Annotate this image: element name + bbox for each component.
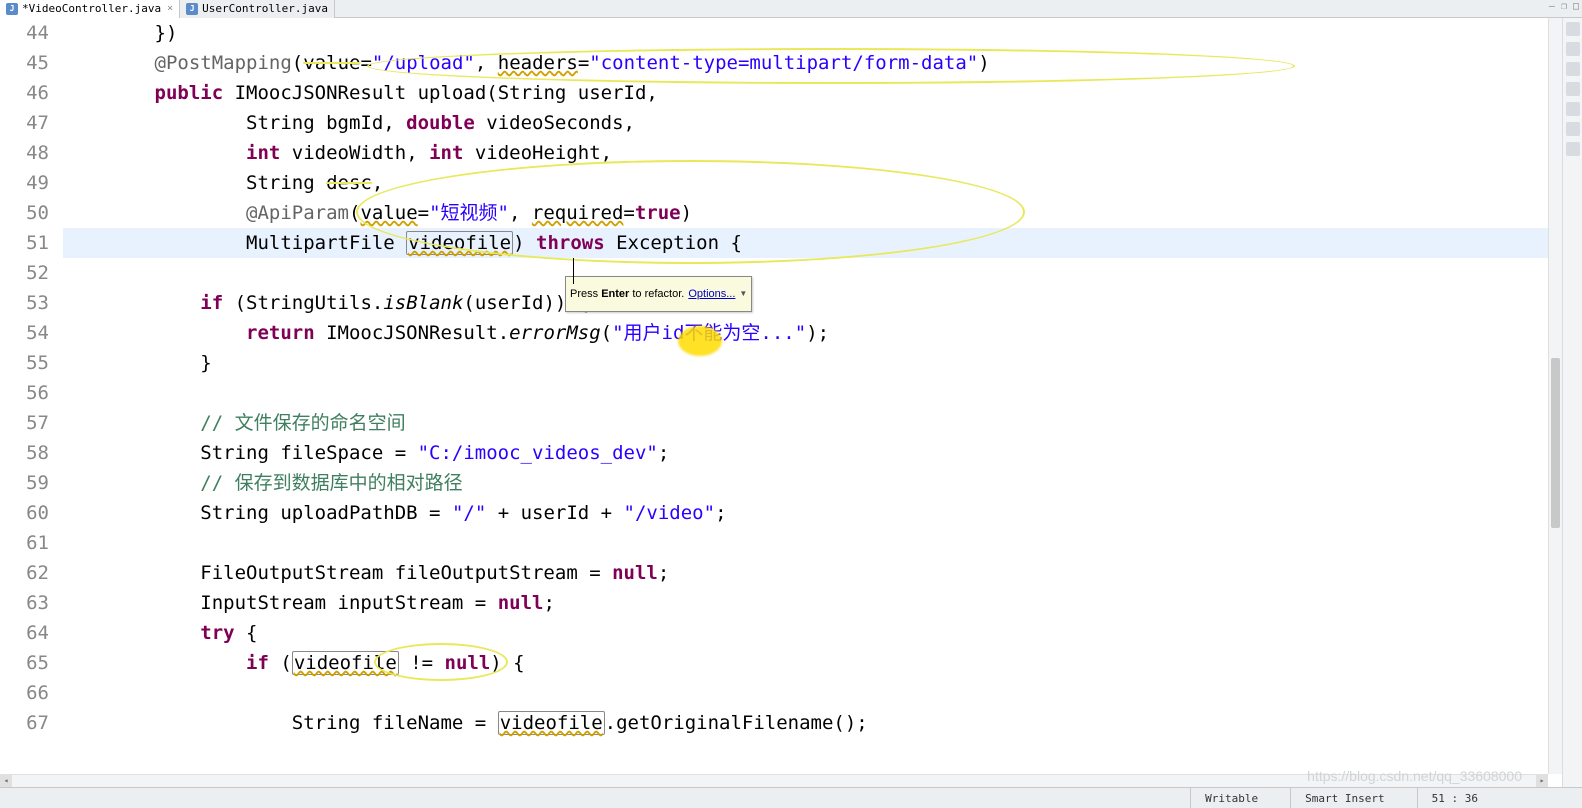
code-line[interactable] — [63, 678, 1562, 708]
scrollbar-thumb[interactable] — [1551, 358, 1560, 528]
code-line[interactable]: if (videofile != null) { — [63, 648, 1562, 678]
window-controls: — ❐ □ — [1549, 1, 1579, 12]
code-line[interactable]: // 保存到数据库中的相对路径 — [63, 468, 1562, 498]
code-line[interactable]: } — [63, 348, 1562, 378]
code-line[interactable]: MultipartFile videofile) throws Exceptio… — [63, 228, 1562, 258]
code-line[interactable]: String fileName = videofile.getOriginalF… — [63, 708, 1562, 738]
code-line[interactable]: @PostMapping(value="/upload", headers="c… — [63, 48, 1562, 78]
text-caret — [573, 258, 574, 284]
outline-icon[interactable] — [1566, 22, 1580, 36]
code-line[interactable]: @ApiParam(value="短视频", required=true) — [63, 198, 1562, 228]
tooltip-text: Press Enter to refactor. — [570, 279, 684, 309]
problems-icon[interactable] — [1566, 102, 1580, 116]
code-line[interactable]: String fileSpace = "C:/imooc_videos_dev"… — [63, 438, 1562, 468]
code-editor[interactable]: }) @PostMapping(value="/upload", headers… — [63, 18, 1562, 787]
status-writable[interactable]: Writable — [1190, 788, 1272, 808]
code-line[interactable]: String bgmId, double videoSeconds, — [63, 108, 1562, 138]
line-number-gutter[interactable]: 4445464748495051525354555657585960616263… — [0, 18, 63, 787]
tasks-icon[interactable] — [1566, 82, 1580, 96]
java-file-icon: J — [6, 3, 18, 15]
tab-videocontroller[interactable]: J *VideoController.java × — [0, 0, 180, 18]
code-line[interactable]: return IMoocJSONResult.errorMsg("用户id不能为… — [63, 318, 1562, 348]
watermark-text: https://blog.csdn.net/qq_33608000 — [1307, 768, 1522, 784]
code-line[interactable]: if (StringUtils.isBlank(userId)) { — [63, 288, 1562, 318]
code-line[interactable]: FileOutputStream fileOutputStream = null… — [63, 558, 1562, 588]
status-bar: Writable Smart Insert 51 : 36 — [0, 787, 1582, 808]
scroll-left-button[interactable]: ◂ — [0, 775, 12, 787]
tab-label: *VideoController.java — [22, 2, 161, 15]
tab-usercontroller[interactable]: J UserController.java — [180, 0, 335, 18]
code-line[interactable]: int videoWidth, int videoHeight, — [63, 138, 1562, 168]
coverage-icon[interactable] — [1566, 62, 1580, 76]
editor-tabbar: J *VideoController.java × J UserControll… — [0, 0, 1582, 18]
chevron-down-icon[interactable]: ▼ — [739, 279, 747, 309]
code-line[interactable]: InputStream inputStream = null; — [63, 588, 1562, 618]
restore-icon[interactable]: ❐ — [1561, 1, 1567, 12]
tab-label: UserController.java — [202, 2, 328, 15]
code-line[interactable]: String desc, — [63, 168, 1562, 198]
java-file-icon: J — [186, 3, 198, 15]
vertical-scrollbar[interactable] — [1548, 18, 1562, 774]
tooltip-options-link[interactable]: Options... — [688, 279, 735, 309]
code-line[interactable]: public IMoocJSONResult upload(String use… — [63, 78, 1562, 108]
code-line[interactable] — [63, 378, 1562, 408]
minimize-icon[interactable]: — — [1549, 1, 1555, 12]
code-line[interactable] — [63, 528, 1562, 558]
maximize-icon[interactable]: □ — [1573, 1, 1579, 12]
status-insert-mode[interactable]: Smart Insert — [1290, 788, 1398, 808]
code-line[interactable]: try { — [63, 618, 1562, 648]
status-cursor-pos[interactable]: 51 : 36 — [1417, 788, 1492, 808]
settings-icon[interactable] — [1566, 142, 1580, 156]
code-line[interactable]: // 文件保存的命名空间 — [63, 408, 1562, 438]
code-line[interactable] — [63, 258, 1562, 288]
code-line[interactable]: String uploadPathDB = "/" + userId + "/v… — [63, 498, 1562, 528]
right-toolbar — [1562, 18, 1582, 787]
scroll-right-button[interactable]: ▸ — [1536, 775, 1548, 787]
close-icon[interactable]: × — [167, 3, 173, 14]
search-icon[interactable] — [1566, 122, 1580, 136]
refactor-tooltip[interactable]: Press Enter to refactor. Options... ▼ — [565, 276, 752, 312]
bookmark-icon[interactable] — [1566, 42, 1580, 56]
code-line[interactable]: }) — [63, 18, 1562, 48]
